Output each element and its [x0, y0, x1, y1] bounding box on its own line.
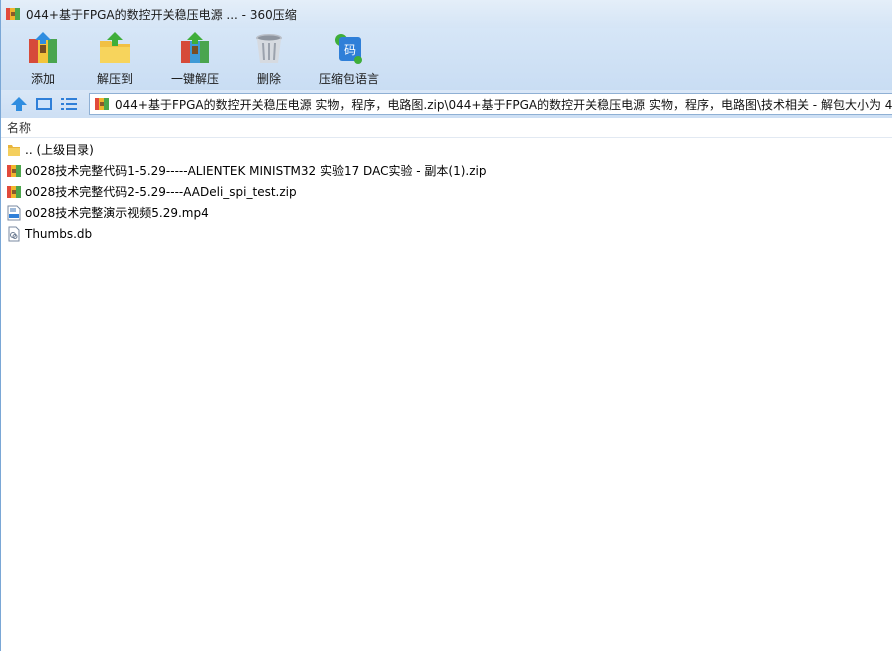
- list-item[interactable]: .. (上级目录): [1, 139, 892, 160]
- list-item-name: Thumbs.db: [25, 226, 93, 241]
- add-button[interactable]: 添加: [7, 28, 79, 88]
- list-item-name: o028技术完整代码2-5.29----AADeli_spi_test.zip: [25, 185, 297, 199]
- path-text: 044+基于FPGA的数控开关稳压电源 实物，程序，电路图.zip\044+基于…: [115, 97, 892, 112]
- up-arrow-icon[interactable]: [9, 95, 29, 113]
- one-click-extract-button[interactable]: 一键解压: [159, 28, 231, 88]
- list-item-name: o028技术完整演示视频5.29.mp4: [25, 206, 209, 220]
- delete-button-label: 删除: [256, 72, 281, 86]
- zip-archive-icon: [95, 98, 109, 110]
- column-header: 名称: [1, 118, 892, 138]
- add-button-label: 添加: [30, 72, 55, 86]
- app-window: 044+基于FPGA的数控开关稳压电源 ... - 360压缩 添加 解压到 一…: [0, 0, 892, 651]
- extract-to-button-label: 解压到: [96, 72, 133, 86]
- list-item-name: o028技术完整代码1-5.29-----ALIENTEK MINISTM32 …: [25, 164, 487, 178]
- archive-language-button-label: 压缩包语言: [318, 72, 379, 86]
- svg-text:码: 码: [344, 43, 356, 57]
- list-item[interactable]: Thumbs.db: [1, 223, 892, 244]
- address-bar: 044+基于FPGA的数控开关稳压电源 实物，程序，电路图.zip\044+基于…: [1, 90, 892, 118]
- title-bar: 044+基于FPGA的数控开关稳压电源 ... - 360压缩: [1, 0, 892, 28]
- one-click-extract-button-label: 一键解压: [170, 72, 219, 86]
- archive-language-button[interactable]: 码 压缩包语言: [309, 28, 389, 88]
- list-item[interactable]: o028技术完整代码2-5.29----AADeli_spi_test.zip: [1, 181, 892, 202]
- one-click-extract-icon: [176, 30, 214, 66]
- add-archive-icon: [24, 30, 62, 66]
- archive-language-icon: 码: [330, 30, 368, 66]
- list-view-icon[interactable]: [59, 95, 79, 113]
- list-item-name: .. (上级目录): [25, 143, 94, 157]
- extract-to-icon: [96, 30, 134, 66]
- archive-app-icon: [6, 8, 20, 20]
- list-item[interactable]: o028技术完整演示视频5.29.mp4: [1, 202, 892, 223]
- thumbnail-view-icon[interactable]: [34, 95, 54, 113]
- extract-to-button[interactable]: 解压到: [79, 28, 151, 88]
- path-field[interactable]: 044+基于FPGA的数控开关稳压电源 实物，程序，电路图.zip\044+基于…: [89, 93, 892, 115]
- zip-archive-icon: [7, 185, 21, 198]
- file-list: .. (上级目录) o028技术完整代码1-5.29-----ALIENTEK …: [1, 139, 892, 244]
- mp4-file-icon: [7, 205, 21, 220]
- zip-archive-icon: [7, 164, 21, 177]
- list-item[interactable]: o028技术完整代码1-5.29-----ALIENTEK MINISTM32 …: [1, 160, 892, 181]
- db-file-icon: [8, 226, 20, 241]
- delete-button[interactable]: 删除: [233, 28, 305, 88]
- delete-trash-icon: [250, 30, 288, 66]
- main-toolbar: 添加 解压到 一键解压 删除 码 压缩包语言: [1, 28, 892, 90]
- folder-up-icon: [8, 144, 20, 156]
- window-title: 044+基于FPGA的数控开关稳压电源 ... - 360压缩: [26, 7, 297, 22]
- column-name-header[interactable]: 名称: [7, 119, 31, 136]
